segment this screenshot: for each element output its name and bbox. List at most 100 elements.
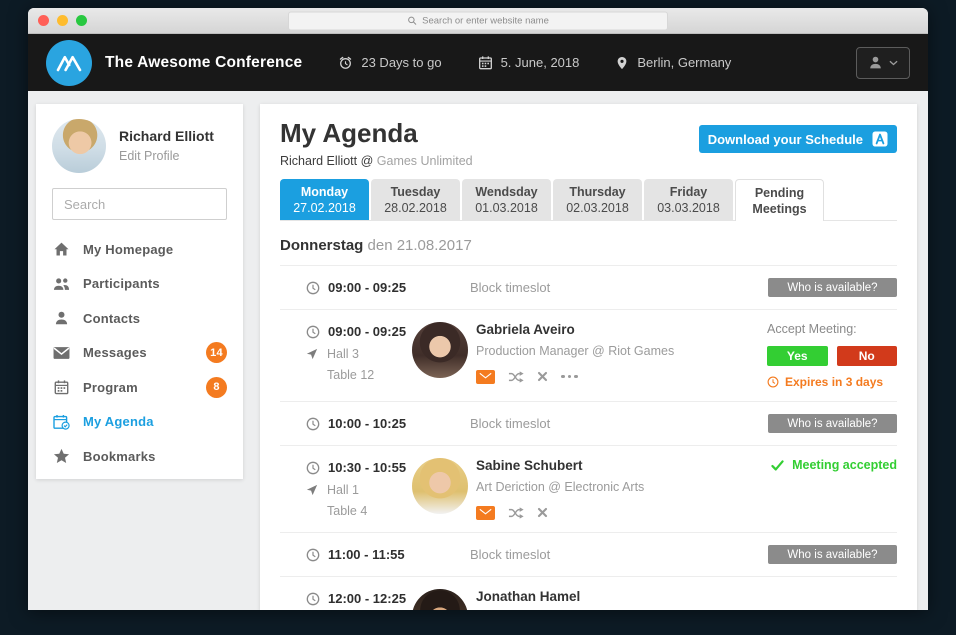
event-date: 5. June, 2018 <box>478 55 580 70</box>
time-range: 11:00 - 11:55 <box>328 547 405 562</box>
calendar-icon <box>478 55 493 70</box>
tab-monday[interactable]: Monday 27.02.2018 <box>280 179 369 220</box>
close-icon[interactable] <box>537 371 548 382</box>
sidebar-item-label: My Homepage <box>83 242 173 257</box>
conference-logo[interactable] <box>46 40 92 86</box>
sidebar-item-label: Bookmarks <box>83 449 156 464</box>
swap-icon[interactable] <box>508 507 524 519</box>
notification-badge: 8 <box>206 377 227 398</box>
meeting-details: Sabine Schubert Art Deriction @ Electron… <box>476 458 644 520</box>
user-avatar[interactable] <box>52 119 106 173</box>
day-heading: Donnerstag den 21.08.2017 <box>280 237 897 255</box>
tab-friday[interactable]: Friday 03.03.2018 <box>644 179 733 220</box>
sidebar: Richard Elliott Edit Profile My Homepage… <box>36 104 243 479</box>
accept-yes-button[interactable]: Yes <box>767 346 828 366</box>
location-arrow-icon <box>306 484 318 496</box>
user-name: Richard Elliott <box>119 128 214 144</box>
minimize-window-button[interactable] <box>57 15 68 26</box>
browser-window: Search or enter website name The Awesome… <box>28 8 928 610</box>
meeting-status-area <box>767 589 897 610</box>
time-range: 09:00 - 09:25 <box>328 324 406 339</box>
meeting-row: 12:00 - 12:25 Jonathan Hamel <box>280 577 897 610</box>
tab-tuesday[interactable]: Tuesday 28.02.2018 <box>371 179 460 220</box>
contacts-icon <box>52 310 70 326</box>
meeting-time: 12:00 - 12:25 <box>280 589 412 610</box>
participant-avatar[interactable] <box>412 322 468 378</box>
subtitle-name: Richard Elliott @ <box>280 154 373 168</box>
subtitle-company: Games Unlimited <box>377 154 473 168</box>
meeting-row: 09:00 - 09:25 Hall 3 Table 12 Gabriela A… <box>280 310 897 402</box>
sidebar-item-my-agenda[interactable]: My Agenda <box>52 405 227 440</box>
meeting-status-area: Meeting accepted <box>767 458 897 520</box>
close-icon[interactable] <box>537 507 548 518</box>
app-body: Richard Elliott Edit Profile My Homepage… <box>28 91 928 610</box>
block-timeslot-label: Block timeslot <box>470 416 550 431</box>
person-icon <box>868 55 883 70</box>
notification-badge: 14 <box>206 342 227 363</box>
bookmarks-icon <box>52 448 70 464</box>
timeslot-time: 11:00 - 11:55 <box>280 545 470 564</box>
sidebar-item-label: My Agenda <box>83 414 154 429</box>
timeslot-row: 09:00 - 09:25 Block timeslot Who is avai… <box>280 265 897 310</box>
app-title: The Awesome Conference <box>105 54 302 72</box>
who-is-available-button[interactable]: Who is available? <box>768 278 897 297</box>
tab-date-label: 03.03.2018 <box>657 201 720 215</box>
logo-mountains-icon <box>56 54 82 72</box>
participant-name: Gabriela Aveiro <box>476 322 674 339</box>
search-input[interactable] <box>62 196 242 213</box>
zoom-window-button[interactable] <box>76 15 87 26</box>
sidebar-item-bookmarks[interactable]: Bookmarks <box>52 439 227 474</box>
table-label: Table 4 <box>327 504 367 518</box>
sidebar-item-program[interactable]: Program 8 <box>52 370 227 405</box>
day-tabs: Monday 27.02.2018 Tuesday 28.02.2018 Wen… <box>280 179 897 221</box>
hall-label: Hall 1 <box>327 483 359 497</box>
mail-icon[interactable] <box>476 506 495 520</box>
accept-no-button[interactable]: No <box>837 346 898 366</box>
tab-day-label: Monday <box>301 185 348 199</box>
clock-icon <box>306 548 320 562</box>
participants-icon <box>52 276 70 292</box>
day-heading-bold: Donnerstag <box>280 237 363 254</box>
tab-pending[interactable]: Pending Meetings <box>735 179 824 221</box>
timeslot-time: 09:00 - 09:25 <box>280 278 470 297</box>
accept-meeting-block: Accept Meeting: Yes No Expires in 3 days <box>767 322 897 389</box>
expires-label: Expires in 3 days <box>785 375 883 389</box>
program-icon <box>52 379 70 395</box>
timeslot-row: 10:00 - 10:25 Block timeslot Who is avai… <box>280 402 897 446</box>
tab-day-label: Tuesday <box>391 185 441 199</box>
event-location-label: Berlin, Germany <box>637 55 731 70</box>
participant-role: Production Manager @ Riot Games <box>476 344 674 360</box>
sidebar-item-contacts[interactable]: Contacts <box>52 301 227 336</box>
sidebar-item-label: Messages <box>83 345 147 360</box>
day-heading-rest: den 21.08.2017 <box>368 237 472 254</box>
edit-profile-link[interactable]: Edit Profile <box>119 149 214 163</box>
time-range: 10:00 - 10:25 <box>328 416 406 431</box>
who-is-available-button[interactable]: Who is available? <box>768 414 897 433</box>
meeting-time: 09:00 - 09:25 Hall 3 Table 12 <box>280 322 412 389</box>
meeting-details: Jonathan Hamel <box>476 589 580 610</box>
chevron-down-icon <box>889 60 898 66</box>
who-is-available-button[interactable]: Who is available? <box>768 545 897 564</box>
user-menu-button[interactable] <box>856 47 910 79</box>
participant-avatar[interactable] <box>412 589 468 610</box>
clock-icon <box>306 325 320 339</box>
meeting-accepted-label: Meeting accepted <box>792 458 897 472</box>
sidebar-item-messages[interactable]: Messages 14 <box>52 336 227 371</box>
pdf-icon <box>872 131 888 147</box>
browser-chrome: Search or enter website name <box>28 8 928 34</box>
tab-thursday[interactable]: Thursday 02.03.2018 <box>553 179 642 220</box>
swap-icon[interactable] <box>508 371 524 383</box>
close-window-button[interactable] <box>38 15 49 26</box>
timeslot-time: 10:00 - 10:25 <box>280 414 470 433</box>
home-icon <box>52 241 70 257</box>
time-range: 10:30 - 10:55 <box>328 460 406 475</box>
tab-wendsday[interactable]: Wendsday 01.03.2018 <box>462 179 551 220</box>
sidebar-item-participants[interactable]: Participants <box>52 267 227 302</box>
address-bar[interactable]: Search or enter website name <box>288 11 668 30</box>
more-icon[interactable] <box>561 375 578 379</box>
sidebar-item-my-homepage[interactable]: My Homepage <box>52 232 227 267</box>
participant-avatar[interactable] <box>412 458 468 514</box>
table-label: Table 12 <box>327 368 374 382</box>
download-schedule-button[interactable]: Download your Schedule <box>699 125 897 153</box>
mail-icon[interactable] <box>476 370 495 384</box>
